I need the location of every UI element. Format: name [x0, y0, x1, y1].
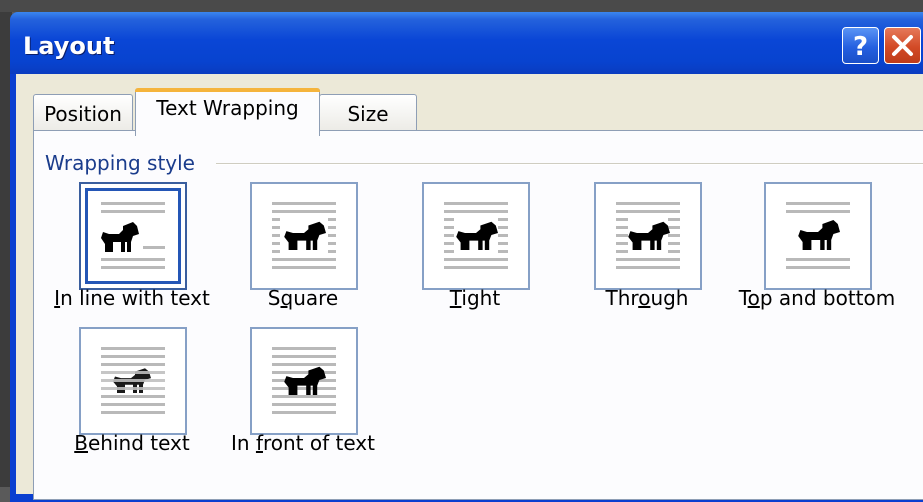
tab-label: Size — [347, 102, 389, 126]
label-part: uare — [293, 286, 339, 310]
dog-icon — [101, 347, 165, 414]
dog-icon — [272, 347, 336, 414]
label-part: In — [231, 431, 256, 455]
wrap-option-label[interactable]: In line with text — [32, 286, 232, 310]
dog-icon — [444, 202, 508, 269]
tab-position[interactable]: Position — [33, 94, 133, 131]
layout-dialog: Layout ? Position Size Wrapping style In… — [10, 12, 923, 502]
label-part: o — [747, 286, 760, 310]
label-part: S — [267, 286, 281, 310]
dialog-title: Layout — [23, 32, 115, 60]
dog-icon — [272, 202, 336, 269]
wrap-option-label[interactable]: Tight — [375, 286, 575, 310]
label-part: p and bottom — [759, 286, 896, 310]
tab-label: Text Wrapping — [156, 96, 299, 120]
wrap-option-top-bottom[interactable] — [764, 182, 872, 290]
wrap-option-through[interactable] — [594, 182, 702, 290]
wrap-option-label[interactable]: Behind text — [32, 431, 232, 455]
wrap-option-label[interactable]: Top and bottom — [717, 286, 917, 310]
tab-size[interactable]: Size — [319, 94, 417, 131]
close-button[interactable] — [884, 27, 921, 64]
selected-tab-highlight — [135, 88, 320, 92]
svg-text:?: ? — [853, 32, 868, 62]
wrap-option-behind[interactable] — [79, 327, 187, 435]
label-part: ugh — [650, 286, 689, 310]
label-part: q — [280, 286, 294, 310]
label-part: n line with text — [60, 286, 210, 310]
help-button[interactable]: ? — [842, 27, 879, 64]
title-bar[interactable]: Layout ? — [10, 12, 923, 74]
label-part: Thr — [605, 286, 639, 310]
tab-text-wrapping[interactable]: Text Wrapping — [135, 88, 320, 136]
wrap-option-tight[interactable] — [422, 182, 530, 290]
text-wrapping-panel: Wrapping style In line with text Square Ti… — [33, 130, 923, 500]
tab-label: Position — [44, 102, 122, 126]
dog-icon — [616, 202, 680, 269]
label-part: ight — [461, 286, 501, 310]
label-part: T — [449, 286, 462, 310]
wrap-option-label[interactable]: In front of text — [203, 431, 403, 455]
wrap-option-in-line[interactable] — [79, 182, 187, 290]
close-icon — [892, 35, 913, 56]
question-icon: ? — [853, 32, 868, 62]
label-part: B — [74, 431, 88, 455]
wrap-option-square[interactable] — [250, 182, 358, 290]
selection-outline — [85, 188, 181, 284]
group-divider — [216, 163, 923, 165]
label-part: f — [255, 431, 263, 455]
dog-icon — [786, 202, 850, 269]
dialog-client: Position Size Wrapping style In line wit… — [16, 74, 923, 500]
label-part: o — [638, 286, 651, 310]
label-part: ront of text — [262, 431, 375, 455]
wrapping-style-label: Wrapping style — [45, 151, 195, 175]
wrap-option-in-front[interactable] — [250, 327, 358, 435]
desktop-strip-top — [0, 0, 923, 12]
wrap-option-label[interactable]: Square — [203, 286, 403, 310]
label-part: ehind text — [87, 431, 190, 455]
label-part: T — [738, 286, 748, 310]
